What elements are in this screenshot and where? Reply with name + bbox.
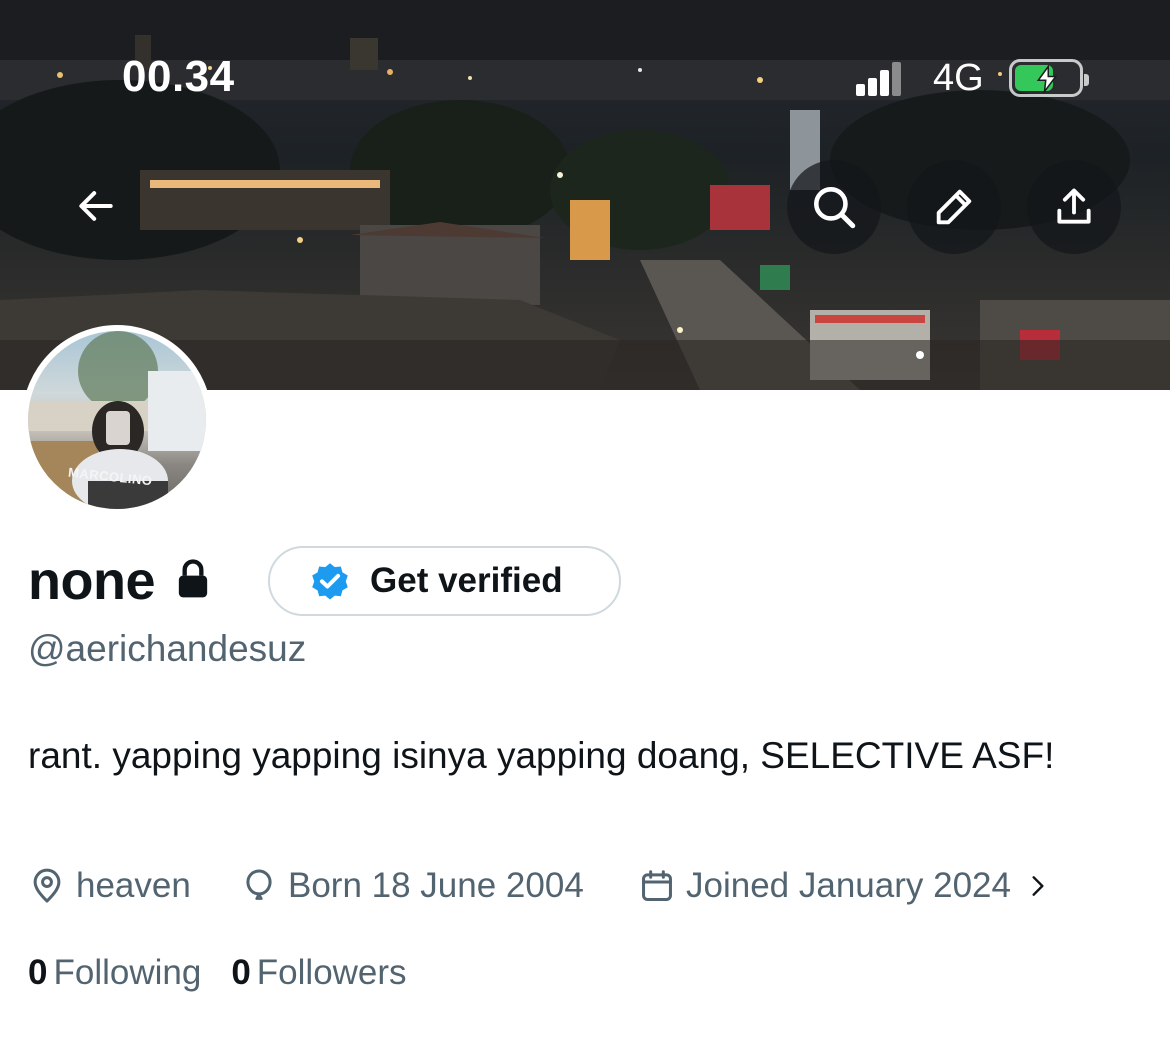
search-button[interactable] (787, 160, 881, 254)
avatar[interactable]: MARCOLINO (22, 325, 212, 515)
join-date-text: Joined January 2024 (686, 866, 1011, 905)
birth-date: Born 18 June 2004 (240, 866, 638, 906)
following-label[interactable]: Following (53, 953, 201, 993)
lock-icon (178, 559, 208, 598)
display-name: none (28, 551, 156, 611)
location: heaven (28, 866, 240, 906)
birth-date-text: Born 18 June 2004 (288, 866, 584, 905)
balloon-icon (246, 869, 272, 900)
follow-stats: 0 Following 0 Followers (28, 950, 407, 996)
pencil-icon (936, 189, 972, 225)
edit-button[interactable] (907, 160, 1001, 254)
location-text: heaven (76, 866, 191, 905)
network-type: 4G (933, 57, 984, 99)
followers-count[interactable]: 0 (231, 953, 250, 993)
chevron-right-icon (1032, 876, 1044, 896)
share-button[interactable] (1027, 160, 1121, 254)
arrow-left-icon (79, 191, 113, 221)
name-row: none (28, 545, 213, 617)
search-icon (814, 187, 856, 229)
followers-label[interactable]: Followers (257, 953, 407, 993)
profile-bio: rant. yapping yapping isinya yapping doa… (28, 735, 1055, 776)
share-icon (1057, 188, 1091, 224)
status-time: 00.34 (122, 52, 235, 101)
join-date[interactable]: Joined January 2024 (638, 866, 1061, 906)
user-handle: @aerichandesuz (28, 628, 307, 669)
profile-meta: heaven Born 18 June 2004 Joined January … (28, 862, 1061, 910)
battery-icon (1009, 59, 1089, 97)
signal-icon (856, 62, 902, 96)
back-button[interactable] (66, 176, 126, 236)
get-verified-button[interactable]: Get verified (268, 546, 621, 616)
location-pin-icon (33, 868, 61, 903)
get-verified-label: Get verified (370, 561, 563, 600)
following-count[interactable]: 0 (28, 953, 47, 993)
verified-badge-icon (312, 563, 348, 600)
calendar-icon (642, 870, 672, 901)
